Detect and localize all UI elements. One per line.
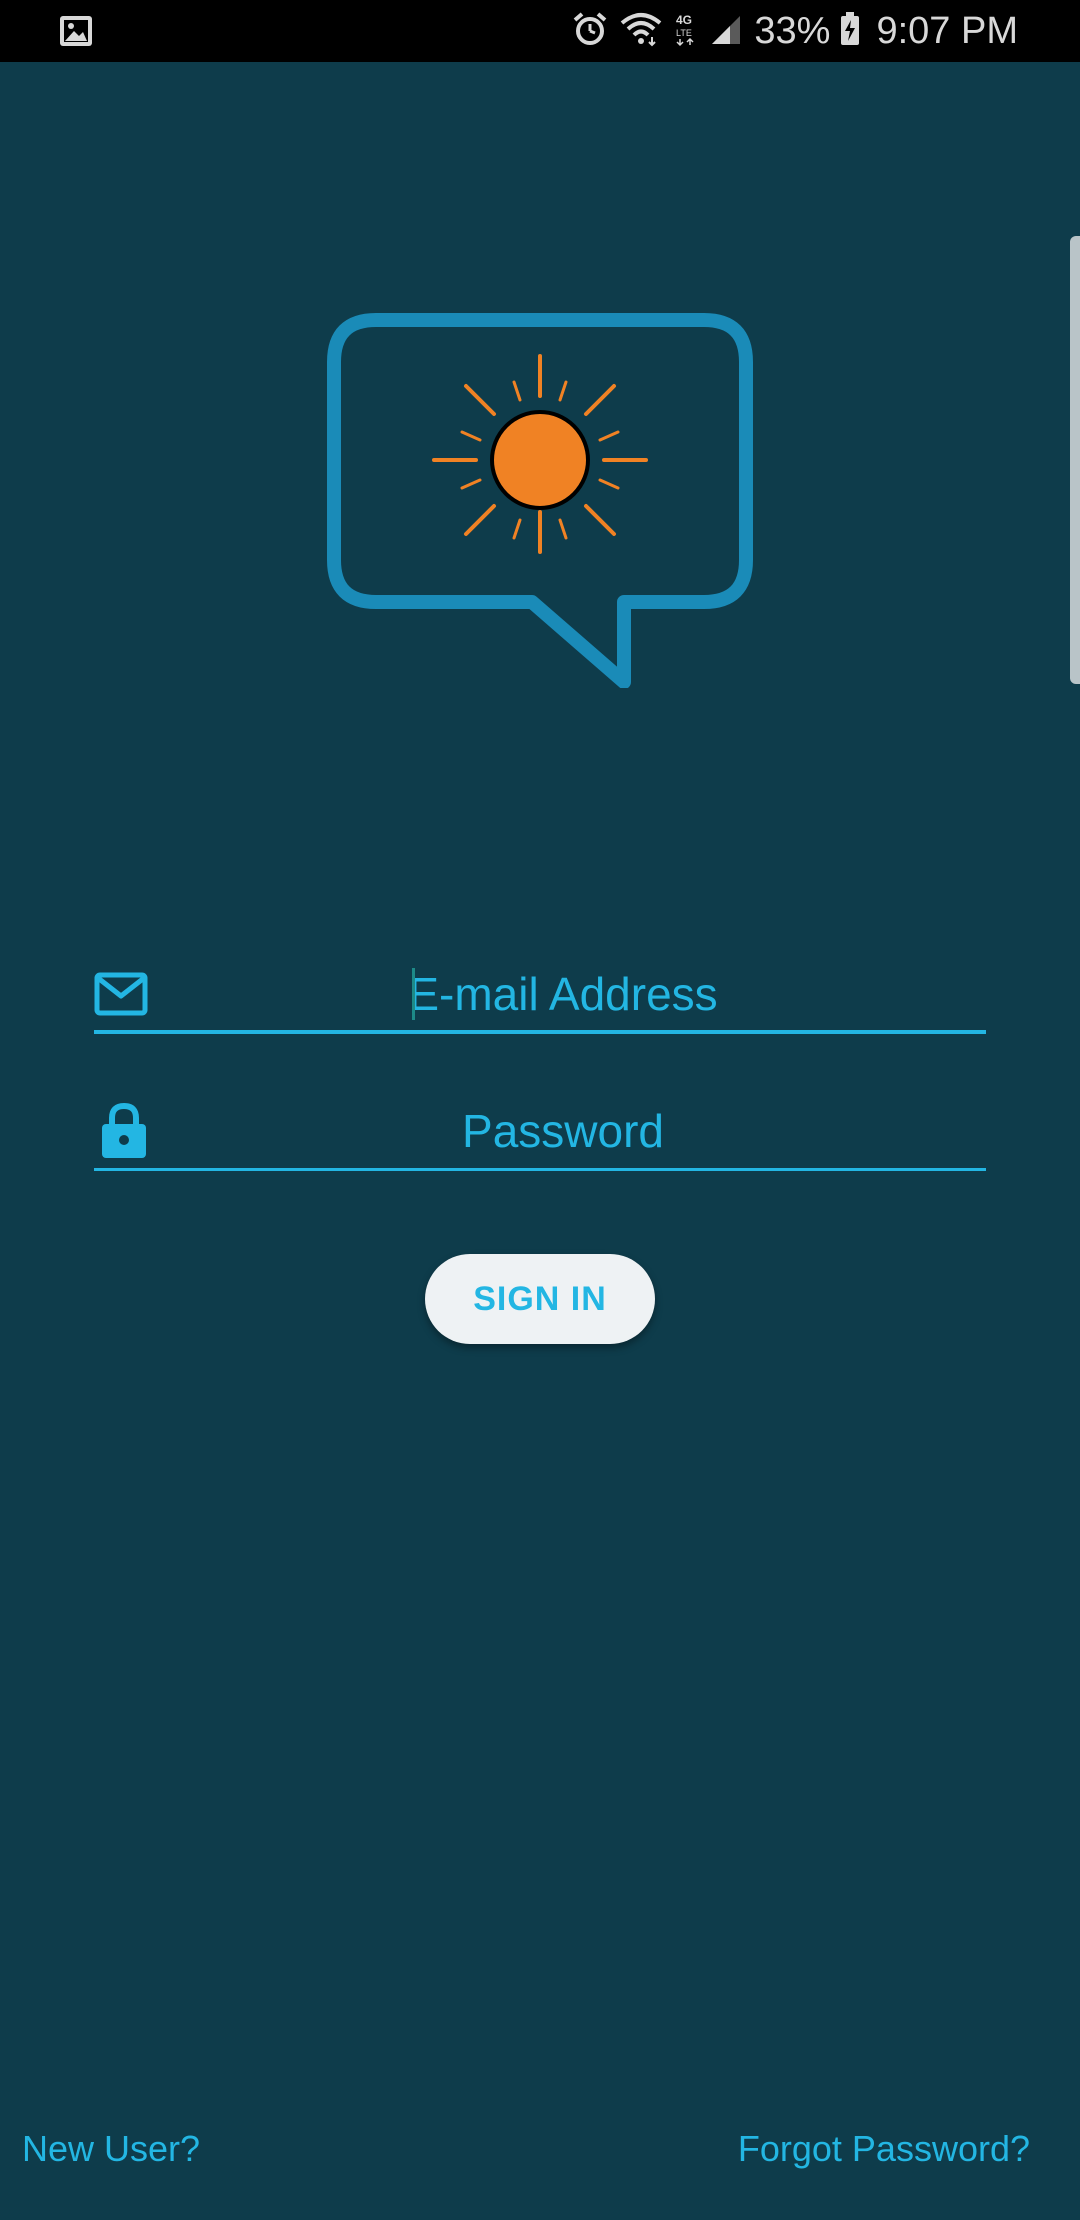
- app-logo: [326, 312, 754, 689]
- status-bar: 4G LTE 33% 9:07 PM: [0, 0, 1080, 62]
- password-field[interactable]: [94, 1098, 986, 1172]
- wifi-icon: [620, 11, 662, 52]
- chat-bubble-sun-logo: [327, 313, 753, 689]
- email-input[interactable]: [94, 960, 986, 1028]
- password-underline: [94, 1168, 986, 1171]
- clock: 9:07 PM: [876, 9, 1018, 52]
- email-field[interactable]: [94, 960, 986, 1034]
- login-screen: 4G LTE 33% 9:07 PM E-mail Address SIGN I…: [0, 0, 1080, 2220]
- new-user-link[interactable]: New User?: [22, 2128, 200, 2170]
- 4g-lte-icon: 4G LTE: [674, 11, 698, 52]
- status-right-group: 4G LTE 33% 9:07 PM: [572, 6, 1018, 56]
- image-icon: [58, 14, 94, 48]
- alarm-icon: [572, 11, 608, 52]
- sign-in-button[interactable]: SIGN IN: [425, 1254, 655, 1344]
- forgot-password-link[interactable]: Forgot Password?: [738, 2128, 1030, 2170]
- password-input[interactable]: [94, 1098, 986, 1164]
- email-underline: [94, 1030, 986, 1034]
- battery-charging-icon: [840, 11, 860, 51]
- cell-signal-icon: [710, 12, 742, 51]
- scrollbar[interactable]: [1070, 236, 1080, 684]
- text-cursor: [412, 968, 415, 1020]
- battery-percent: 33%: [754, 9, 831, 52]
- svg-text:LTE: LTE: [676, 28, 692, 38]
- svg-text:4G: 4G: [676, 13, 692, 27]
